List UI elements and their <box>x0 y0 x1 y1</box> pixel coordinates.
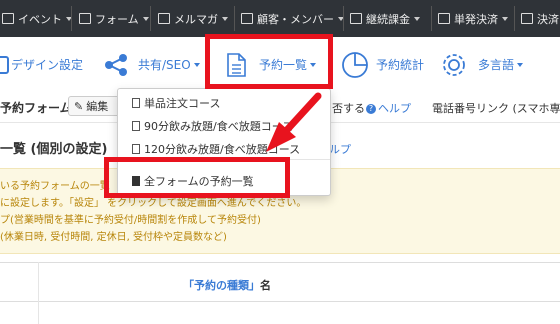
annotation-arrow <box>266 92 322 152</box>
